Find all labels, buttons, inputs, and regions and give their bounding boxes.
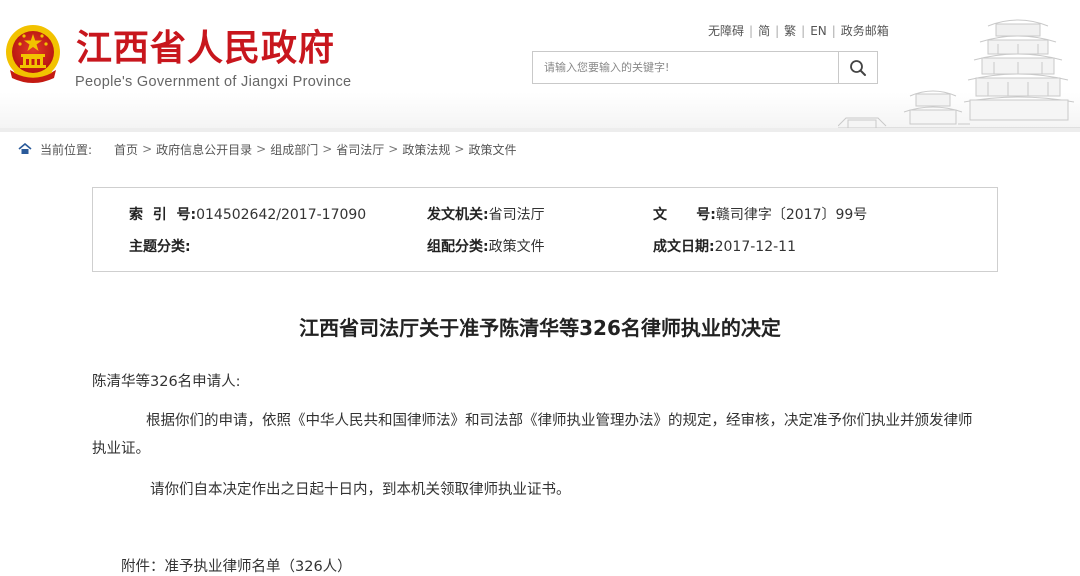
document-attachment: 附件：准予执业律师名单（326人） [121,559,352,575]
meta-index-no-value: 014502642/2017-17090 [196,207,367,223]
separator: | [749,24,754,38]
separator: | [775,24,780,38]
breadcrumb-prefix: 当前位置: [40,142,93,157]
meta-date-value: 2017-12-11 [714,239,796,255]
meta-issuer-label: 发文机关: [427,207,489,223]
chevron-right-icon: > [454,142,465,156]
meta-topic: 主题分类: [129,237,191,257]
meta-topic-label: 主题分类: [129,239,191,255]
meta-issuer: 发文机关:省司法厅 [427,205,545,225]
english-link[interactable]: EN [810,24,827,38]
document-paragraph-2: 请你们自本决定作出之日起十日内，到本机关领取律师执业证书。 [150,482,571,498]
simplified-chinese-link[interactable]: 简 [758,24,770,38]
separator: | [831,24,836,38]
chevron-right-icon: > [256,142,267,156]
meta-category: 组配分类:政策文件 [427,237,545,257]
meta-doc-no-value: 赣司律字〔2017〕99号 [715,207,868,223]
breadcrumb-justice-dept[interactable]: 省司法厅 [336,141,384,158]
traditional-chinese-link[interactable]: 繁 [784,24,796,38]
chevron-right-icon: > [142,142,153,156]
meta-doc-no-label: 文 号: [653,207,716,223]
meta-date: 成文日期:2017-12-11 [653,237,796,257]
national-emblem-icon [6,25,60,83]
header-divider [0,128,1080,132]
document-paragraph-1-line-1: 根据你们的申请，依照《中华人民共和国律师法》和司法部《律师执业管理办法》的规定，… [146,413,973,429]
accessibility-link[interactable]: 无障碍 [708,24,744,38]
document-meta-box: 索 引 号:014502642/2017-17090 发文机关:省司法厅 文 号… [92,187,998,272]
meta-issuer-value: 省司法厅 [488,207,545,223]
breadcrumb-gov-info-catalog[interactable]: 政府信息公开目录 [156,141,252,158]
breadcrumb-policies[interactable]: 政策法规 [402,141,450,158]
document-title: 江西省司法厅关于准予陈清华等326名律师执业的决定 [299,316,781,340]
meta-category-value: 政策文件 [488,239,545,255]
meta-index-no: 索 引 号:014502642/2017-17090 [129,205,366,225]
breadcrumb: 当前位置: 首页 > 政府信息公开目录 > 组成部门 > 省司法厅 > 政策法规… [18,139,516,159]
site-title: 江西省人民政府 [76,27,336,69]
site-header: 江西省人民政府 People's Government of Jiangxi P… [0,0,1080,132]
breadcrumb-home[interactable]: 首页 [114,141,138,158]
meta-category-label: 组配分类: [427,239,489,255]
tengwang-pavilion-illustration [838,19,1080,129]
separator: | [801,24,806,38]
meta-index-no-label: 索 引 号: [129,207,197,223]
site-subtitle: People's Government of Jiangxi Province [75,74,352,90]
document-salutation: 陈清华等326名申请人: [92,374,241,390]
chevron-right-icon: > [388,142,399,156]
chevron-right-icon: > [322,142,333,156]
search-input[interactable] [533,52,839,83]
meta-doc-no: 文 号:赣司律字〔2017〕99号 [653,205,867,225]
home-icon [18,143,32,154]
breadcrumb-policy-docs[interactable]: 政策文件 [468,141,516,158]
meta-date-label: 成文日期: [653,239,715,255]
breadcrumb-departments[interactable]: 组成部门 [270,141,318,158]
search-box [532,51,878,84]
document-paragraph-1-line-2: 执业证。 [92,441,150,457]
